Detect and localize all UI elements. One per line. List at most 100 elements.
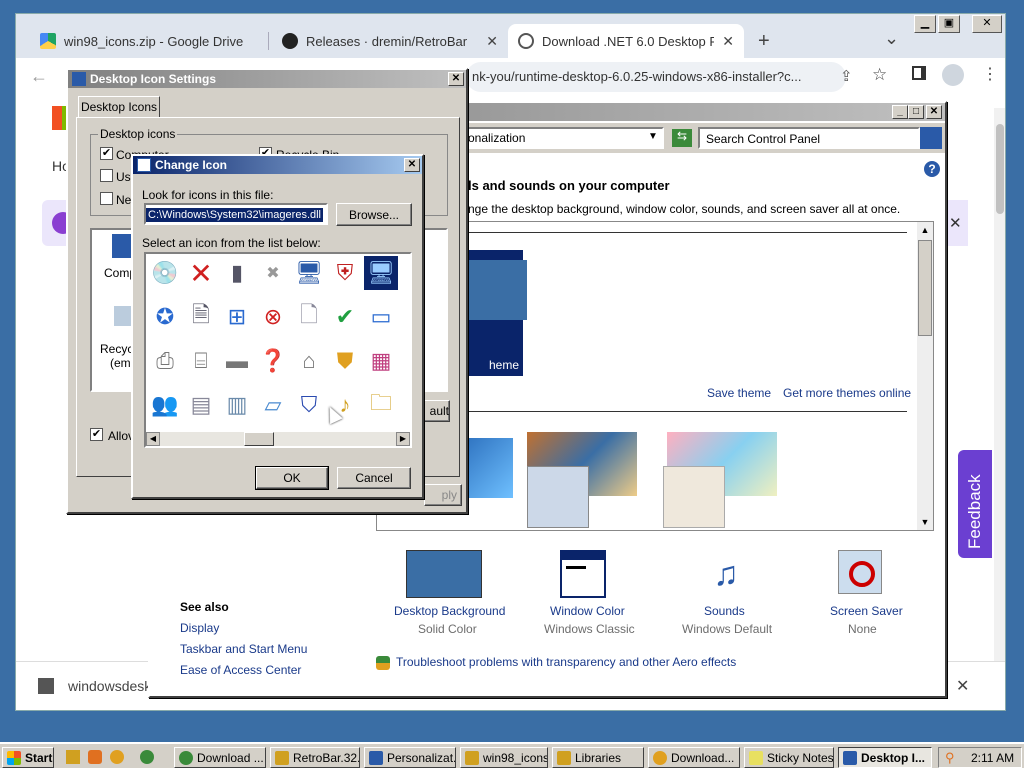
close-download-bar-icon[interactable]: ✕ <box>956 676 969 696</box>
tablet-icon[interactable]: ▥ <box>220 388 254 422</box>
scroll-right-icon[interactable]: ▶ <box>396 432 410 446</box>
search-icon[interactable] <box>920 127 942 149</box>
clock[interactable]: 2:11 AM <box>971 751 1014 765</box>
cd-audio-icon[interactable]: 💿 <box>148 256 182 290</box>
users-icon[interactable]: 👥 <box>148 388 182 422</box>
dropdown-arrow-icon[interactable]: ▼ <box>648 131 658 142</box>
folder-document-icon[interactable]: 🗀 <box>364 388 398 422</box>
scrollbar[interactable] <box>994 108 1005 698</box>
tab-dotnet[interactable]: Download .NET 6.0 Desktop Runtime ✕ <box>508 24 744 58</box>
theme-thumb-contrast[interactable] <box>663 466 725 528</box>
taskbar-btn-sticky-notes[interactable]: Sticky Notes <box>744 747 834 768</box>
taskbar-btn-desktop-icon[interactable]: Desktop I... <box>838 747 932 768</box>
search-icon[interactable]: ⚲ <box>945 750 955 766</box>
cancel-button[interactable]: Cancel <box>337 467 411 489</box>
allow-themes-checkbox[interactable]: ✔ <box>90 428 103 441</box>
laptop-icon[interactable]: ▭ <box>364 300 398 334</box>
title-bar[interactable]: Desktop Icon Settings <box>68 70 466 88</box>
monitor-icon[interactable]: 🖥 <box>292 256 326 290</box>
display-link[interactable]: Display <box>180 621 219 635</box>
dvd-drive-icon[interactable]: ▤ <box>184 388 218 422</box>
share-icon[interactable]: ⇪ <box>840 67 853 85</box>
recycle-bin-icon[interactable] <box>114 306 132 326</box>
minimize-icon[interactable]: ▁ <box>914 15 936 33</box>
drive-icon[interactable]: ▬ <box>220 344 254 378</box>
side-panel-icon[interactable] <box>912 66 926 80</box>
blank-document-icon[interactable]: 🗋 <box>292 300 326 334</box>
window-color-link[interactable]: Window Color <box>550 604 625 618</box>
close-tab-icon[interactable]: ✕ <box>486 33 498 50</box>
breadcrumb-bar[interactable]: rsonalization ▼ <box>450 127 664 149</box>
sounds-icon[interactable]: ♫ <box>702 550 750 598</box>
file-path-input[interactable]: C:\Windows\System32\imageres.dll <box>144 203 328 225</box>
start-button[interactable]: Start <box>2 747 54 768</box>
download-filename[interactable]: windowsdeskt <box>68 678 155 694</box>
ok-button[interactable]: OK <box>255 466 329 490</box>
apply-button[interactable]: ply <box>424 484 462 506</box>
explorer-icon[interactable] <box>66 750 80 764</box>
programs-icon[interactable]: ▦ <box>364 344 398 378</box>
taskbar-btn-download-2[interactable]: Download... <box>648 747 740 768</box>
troubleshoot-link[interactable]: Troubleshoot problems with transparency … <box>396 655 736 669</box>
presentation-icon[interactable]: ⌂ <box>292 344 326 378</box>
theme-thumb-basic[interactable] <box>527 466 589 528</box>
screen-saver-link[interactable]: Screen Saver <box>830 604 903 618</box>
chrome-quick-icon[interactable] <box>140 750 154 764</box>
user-files-checkbox[interactable] <box>100 169 113 182</box>
save-theme-link[interactable]: Save theme <box>707 386 771 400</box>
menu-icon[interactable]: ⋮ <box>982 64 998 84</box>
scroll-left-icon[interactable]: ◀ <box>146 432 160 446</box>
star-icon[interactable]: ☆ <box>872 65 887 85</box>
back-icon[interactable]: ← <box>30 66 48 87</box>
network-checkbox[interactable] <box>100 192 113 205</box>
firefox-icon[interactable] <box>110 750 124 764</box>
error-icon[interactable]: ⊗ <box>256 300 290 334</box>
shield-warning-icon[interactable]: ⛊ <box>328 344 362 378</box>
frame-icon[interactable]: ▱ <box>256 388 290 422</box>
media-icon[interactable] <box>88 750 102 764</box>
profile-icon[interactable] <box>942 64 964 86</box>
desktop-background-icon[interactable] <box>406 550 482 598</box>
browse-button[interactable]: Browse... <box>336 203 412 226</box>
scrollbar-thumb[interactable] <box>996 124 1004 214</box>
sync-icon[interactable]: ✪ <box>148 300 182 334</box>
scrollbar-thumb[interactable] <box>244 432 274 446</box>
close-icon[interactable]: ✕ <box>404 158 420 172</box>
taskbar-btn-download[interactable]: Download ... <box>174 747 266 768</box>
computer-checkbox[interactable]: ✔ <box>100 147 113 160</box>
tab-github[interactable]: Releases · dremin/RetroBar ✕ <box>272 24 508 58</box>
ease-of-access-link[interactable]: Ease of Access Center <box>180 663 301 677</box>
printer-icon[interactable]: ⎙ <box>148 344 182 378</box>
mobile-device-icon[interactable]: ▮ <box>220 256 254 290</box>
address-bar[interactable]: nk-you/runtime-desktop-6.0.25-windows-x8… <box>466 62 846 92</box>
more-themes-link[interactable]: Get more themes online <box>783 386 911 400</box>
maximize-icon[interactable]: ▣ <box>938 15 960 33</box>
icon-list-scrollbar[interactable]: ◀ ▶ <box>146 432 410 446</box>
title-bar[interactable]: Change Icon <box>133 156 422 174</box>
red-x-icon[interactable]: ✕ <box>184 256 218 290</box>
taskbar-btn-libraries[interactable]: Libraries <box>552 747 644 768</box>
new-tab-button[interactable]: + <box>758 30 770 53</box>
taskbar-btn-retrobar[interactable]: RetroBar.32... <box>270 747 360 768</box>
taskbar-start-menu-link[interactable]: Taskbar and Start Menu <box>180 642 307 656</box>
shield-red-icon[interactable]: ⛨ <box>328 256 362 290</box>
restore-default-button[interactable]: ault <box>424 400 450 422</box>
close-icon[interactable]: ✕ <box>448 72 464 86</box>
document-list-icon[interactable]: 🗎 <box>184 300 218 334</box>
theme-list-scrollbar[interactable]: ▲ ▼ <box>917 222 933 530</box>
taskbar-btn-win98-icons[interactable]: win98_icons <box>460 747 548 768</box>
tab-desktop-icons[interactable]: Desktop Icons <box>78 96 160 118</box>
minimize-icon[interactable]: _ <box>892 105 908 119</box>
screen-saver-icon[interactable] <box>838 550 882 594</box>
sounds-link[interactable]: Sounds <box>704 604 745 618</box>
tab-search-icon[interactable]: ⌄ <box>884 28 899 49</box>
computer-selected-icon[interactable]: 🖥 <box>364 256 398 290</box>
grey-x-icon[interactable]: ✖ <box>256 256 290 290</box>
taskbar-btn-personalization[interactable]: Personalizat... <box>364 747 456 768</box>
icon-list[interactable]: 💿 ✕ ▮ ✖ 🖥 ⛨ 🖥 ✪ 🗎 ⊞ ⊗ 🗋 ✔ ▭ ⎙ ⌸ ▬ ❓ ⌂ ⛊ … <box>144 252 412 448</box>
shield-check-icon[interactable]: ✔ <box>328 300 362 334</box>
maximize-icon[interactable]: □ <box>908 105 924 119</box>
close-icon[interactable]: ✕ <box>972 15 1002 33</box>
close-icon[interactable]: ✕ <box>926 105 942 119</box>
desktop-background-link[interactable]: Desktop Background <box>394 604 505 618</box>
